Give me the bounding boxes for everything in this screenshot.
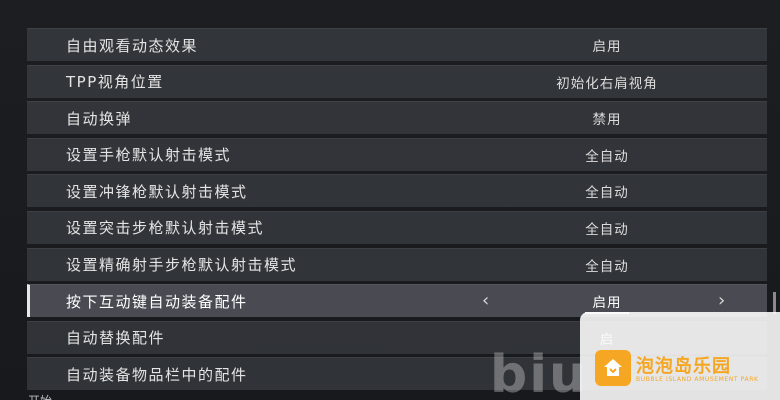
setting-label: 自动装备物品栏中的配件 <box>66 365 248 384</box>
setting-row-free-look[interactable]: 自由观看动态效果 启用 <box>27 28 767 61</box>
setting-value[interactable]: 启用 <box>547 291 667 311</box>
setting-label: 设置突击步枪默认射击模式 <box>66 219 265 238</box>
brand-tagline: BUBBLE ISLAND AMUSEMENT PARK <box>636 376 759 383</box>
setting-row-tpp-view[interactable]: TPP视角位置 初始化右肩视角 <box>27 64 767 98</box>
setting-value[interactable]: 禁用 <box>547 108 667 128</box>
house-logo-icon <box>595 350 631 386</box>
setting-row-pistol-fire-mode[interactable]: 设置手枪默认射击模式 全自动 <box>27 137 767 171</box>
section-label: 开始 <box>28 392 52 400</box>
setting-value[interactable]: 初始化右肩视角 <box>547 72 667 92</box>
setting-label: 自动换弹 <box>66 109 133 128</box>
setting-value[interactable]: 全自动 <box>547 255 667 275</box>
setting-value[interactable]: 全自动 <box>547 218 667 238</box>
setting-row-smg-fire-mode[interactable]: 设置冲锋枪默认射击模式 全自动 <box>27 174 767 208</box>
setting-label: 设置精确射手步枪默认射击模式 <box>66 256 298 275</box>
setting-label: 设置手枪默认射击模式 <box>66 146 232 165</box>
setting-value[interactable]: 启用 <box>547 35 667 55</box>
scrollbar-thumb[interactable] <box>773 292 776 314</box>
setting-label: 设置冲锋枪默认射击模式 <box>66 182 248 201</box>
watermark-text: biu <box>490 345 589 400</box>
setting-row-ar-fire-mode[interactable]: 设置突击步枪默认射击模式 全自动 <box>27 210 767 244</box>
setting-value[interactable]: 全自动 <box>547 181 667 201</box>
settings-screen: 自由观看动态效果 启用 TPP视角位置 初始化右肩视角 自动换弹 禁用 设置手枪… <box>0 0 780 400</box>
setting-label: 按下互动键自动装备配件 <box>66 292 248 311</box>
setting-label: 自由观看动态效果 <box>66 36 199 55</box>
chevron-left-icon[interactable]: ‹ <box>482 291 489 311</box>
setting-row-auto-reload[interactable]: 自动换弹 禁用 <box>27 101 767 135</box>
setting-label: TPP视角位置 <box>66 73 164 92</box>
setting-row-dmr-fire-mode[interactable]: 设置精确射手步枪默认射击模式 全自动 <box>27 247 767 281</box>
setting-value[interactable]: 全自动 <box>547 145 667 165</box>
chevron-right-icon[interactable]: › <box>718 291 725 311</box>
brand-name: 泡泡岛乐园 <box>636 356 731 377</box>
setting-label: 自动替换配件 <box>66 329 166 348</box>
